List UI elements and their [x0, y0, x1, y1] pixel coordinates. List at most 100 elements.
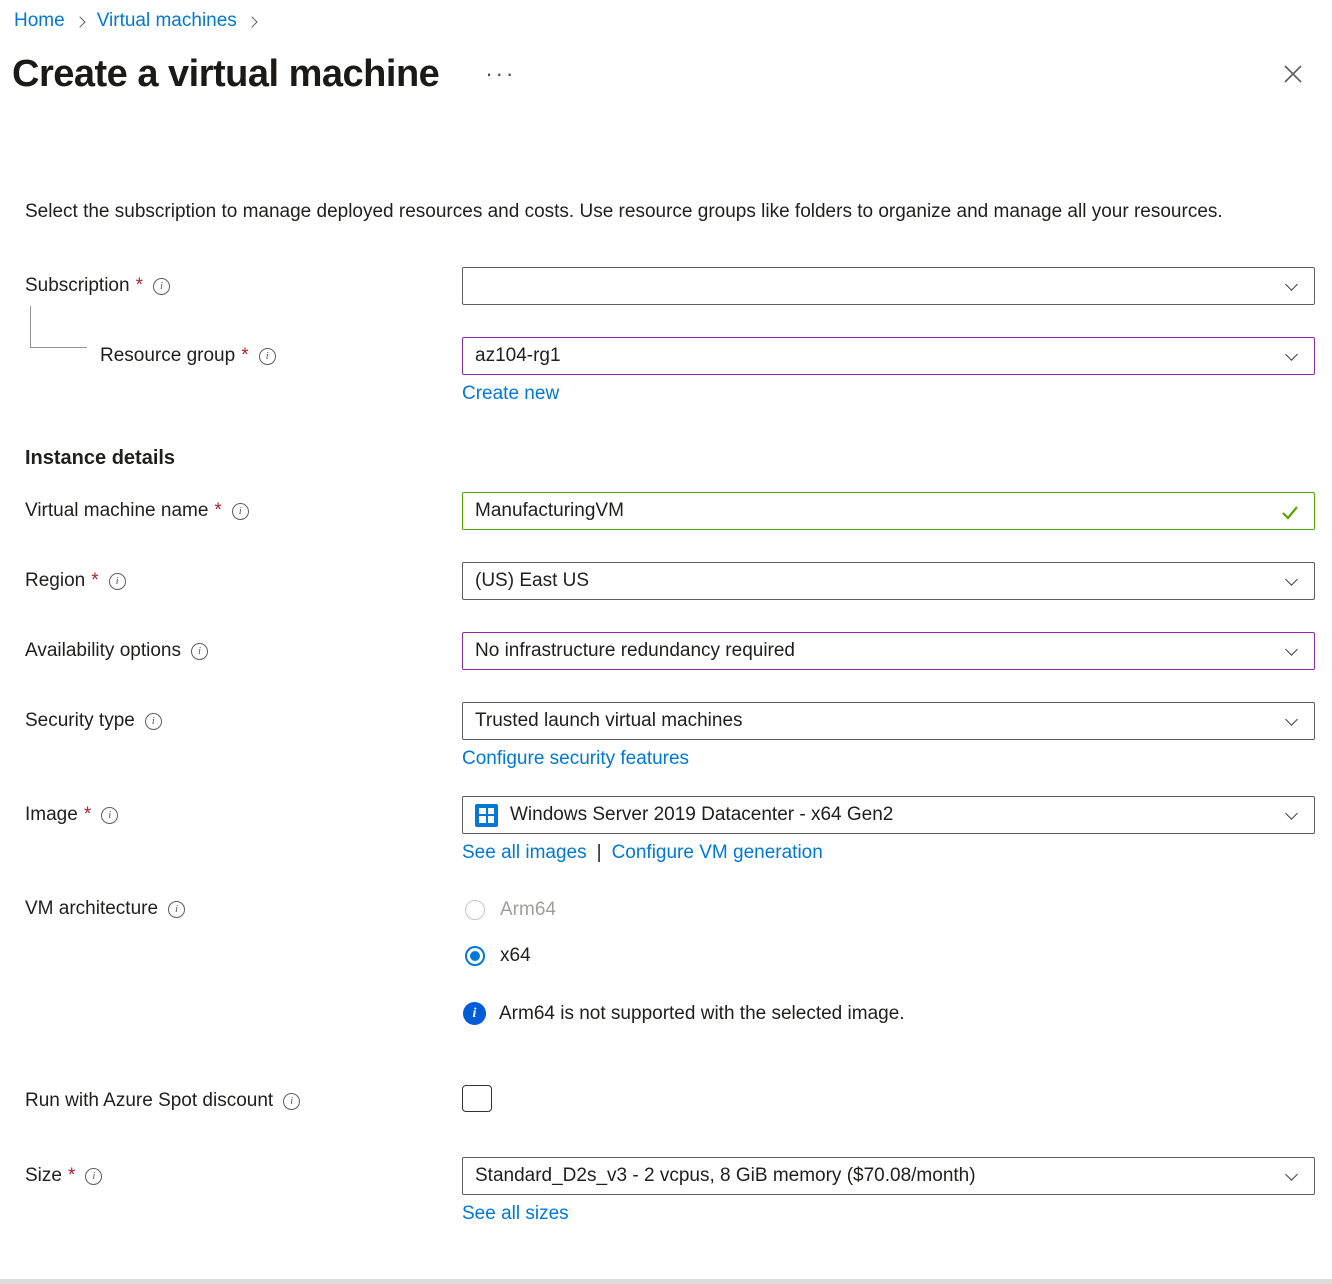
- resource-group-field: az104-rg1: [462, 337, 1315, 375]
- size-links: See all sizes: [462, 1203, 1307, 1225]
- availability-options-value: No infrastructure redundancy required: [475, 640, 795, 662]
- subscription-row: Subscription * i: [0, 267, 1332, 305]
- region-dropdown[interactable]: (US) East US: [462, 562, 1315, 600]
- region-field: (US) East US: [462, 562, 1315, 600]
- close-icon[interactable]: [1279, 60, 1307, 88]
- subscription-label: Subscription: [25, 275, 130, 297]
- size-dropdown[interactable]: Standard_D2s_v3 - 2 vcpus, 8 GiB memory …: [462, 1157, 1315, 1195]
- valid-checkmark-icon: [1280, 502, 1300, 522]
- info-icon[interactable]: i: [168, 901, 185, 918]
- info-icon[interactable]: i: [153, 278, 170, 295]
- security-type-links: Configure security features: [462, 748, 1307, 770]
- tree-connector-line: [30, 306, 87, 348]
- resource-group-links: Create new: [462, 383, 1307, 405]
- instance-details-heading: Instance details: [25, 447, 1332, 470]
- vm-architecture-field: Arm64 x64 i Arm64 is not supported with …: [462, 890, 1315, 1025]
- subscription-field: [462, 267, 1315, 305]
- chevron-down-icon: [1285, 1168, 1298, 1181]
- arm64-radio-option[interactable]: Arm64: [462, 890, 1315, 930]
- see-all-images-link[interactable]: See all images: [462, 842, 587, 864]
- image-label-group: Image * i: [25, 804, 462, 826]
- resource-group-row: Resource group * i az104-rg1: [0, 337, 1332, 375]
- security-type-label: Security type: [25, 710, 135, 732]
- size-value: Standard_D2s_v3 - 2 vcpus, 8 GiB memory …: [475, 1165, 976, 1187]
- required-asterisk: *: [214, 500, 221, 522]
- size-field: Standard_D2s_v3 - 2 vcpus, 8 GiB memory …: [462, 1157, 1315, 1195]
- required-asterisk: *: [91, 570, 98, 592]
- arm64-info-banner: i Arm64 is not supported with the select…: [462, 1002, 1315, 1025]
- x64-radio-option[interactable]: x64: [462, 936, 1315, 976]
- breadcrumb-home-link[interactable]: Home: [14, 10, 65, 32]
- availability-options-label-group: Availability options i: [25, 640, 462, 662]
- chevron-down-icon: [1285, 573, 1298, 586]
- info-icon[interactable]: i: [283, 1093, 300, 1110]
- availability-options-field: No infrastructure redundancy required: [462, 632, 1315, 670]
- size-label-group: Size * i: [25, 1165, 462, 1187]
- bottom-divider: [0, 1279, 1332, 1284]
- security-type-value: Trusted launch virtual machines: [475, 710, 743, 732]
- x64-radio-label: x64: [500, 945, 531, 967]
- breadcrumb-virtual-machines-link[interactable]: Virtual machines: [97, 10, 237, 32]
- info-icon[interactable]: i: [109, 573, 126, 590]
- region-value: (US) East US: [475, 570, 589, 592]
- resource-group-label: Resource group: [100, 345, 235, 367]
- chevron-down-icon: [1285, 643, 1298, 656]
- info-icon[interactable]: i: [232, 503, 249, 520]
- configure-security-features-link[interactable]: Configure security features: [462, 748, 689, 770]
- vm-architecture-label: VM architecture: [25, 898, 158, 920]
- required-asterisk: *: [136, 275, 143, 297]
- image-label: Image: [25, 804, 78, 826]
- availability-options-dropdown[interactable]: No infrastructure redundancy required: [462, 632, 1315, 670]
- image-links: See all images | Configure VM generation: [462, 842, 1307, 864]
- chevron-right-icon: [246, 16, 257, 27]
- resource-group-dropdown[interactable]: az104-rg1: [462, 337, 1315, 375]
- vm-name-input-box: [462, 492, 1315, 530]
- info-icon[interactable]: i: [259, 348, 276, 365]
- region-label-group: Region * i: [25, 570, 462, 592]
- configure-vm-generation-link[interactable]: Configure VM generation: [612, 842, 823, 864]
- vm-name-label: Virtual machine name: [25, 500, 208, 522]
- windows-logo-icon: [475, 804, 498, 827]
- chevron-down-icon: [1285, 348, 1298, 361]
- context-menu-ellipsis-icon[interactable]: ···: [485, 61, 516, 87]
- security-type-dropdown[interactable]: Trusted launch virtual machines: [462, 702, 1315, 740]
- info-icon[interactable]: i: [85, 1168, 102, 1185]
- security-type-field: Trusted launch virtual machines: [462, 702, 1315, 740]
- chevron-down-icon: [1285, 278, 1298, 291]
- vm-name-input[interactable]: [475, 500, 1270, 522]
- arm64-info-message: Arm64 is not supported with the selected…: [499, 1003, 905, 1025]
- chevron-down-icon: [1285, 807, 1298, 820]
- availability-options-row: Availability options i No infrastructure…: [0, 632, 1332, 670]
- resource-group-value: az104-rg1: [475, 345, 561, 367]
- required-asterisk: *: [68, 1165, 75, 1187]
- info-icon[interactable]: i: [145, 713, 162, 730]
- image-row: Image * i Windows Server 2019 Datacenter…: [0, 796, 1332, 834]
- vm-architecture-label-group: VM architecture i: [25, 890, 462, 920]
- radio-checked-icon: [465, 946, 485, 966]
- subscription-label-group: Subscription * i: [25, 275, 462, 297]
- page-title: Create a virtual machine: [12, 53, 439, 96]
- required-asterisk: *: [241, 345, 248, 367]
- region-label: Region: [25, 570, 85, 592]
- required-asterisk: *: [84, 804, 91, 826]
- vm-name-label-group: Virtual machine name * i: [25, 500, 462, 522]
- security-type-label-group: Security type i: [25, 710, 462, 732]
- see-all-sizes-link[interactable]: See all sizes: [462, 1203, 569, 1225]
- image-value: Windows Server 2019 Datacenter - x64 Gen…: [510, 804, 893, 826]
- image-dropdown[interactable]: Windows Server 2019 Datacenter - x64 Gen…: [462, 796, 1315, 834]
- info-icon[interactable]: i: [191, 643, 208, 660]
- link-separator: |: [597, 842, 602, 864]
- spot-discount-checkbox[interactable]: [462, 1085, 492, 1112]
- vm-name-row: Virtual machine name * i: [0, 492, 1332, 530]
- subscription-dropdown[interactable]: [462, 267, 1315, 305]
- breadcrumb: Home Virtual machines: [0, 0, 1332, 32]
- security-type-row: Security type i Trusted launch virtual m…: [0, 702, 1332, 740]
- size-label: Size: [25, 1165, 62, 1187]
- vm-name-field: [462, 492, 1315, 530]
- create-new-link[interactable]: Create new: [462, 383, 559, 405]
- info-icon[interactable]: i: [101, 807, 118, 824]
- resource-group-label-group: Resource group * i: [25, 345, 462, 367]
- region-row: Region * i (US) East US: [0, 562, 1332, 600]
- spot-discount-label-group: Run with Azure Spot discount i: [25, 1090, 462, 1112]
- chevron-down-icon: [1285, 713, 1298, 726]
